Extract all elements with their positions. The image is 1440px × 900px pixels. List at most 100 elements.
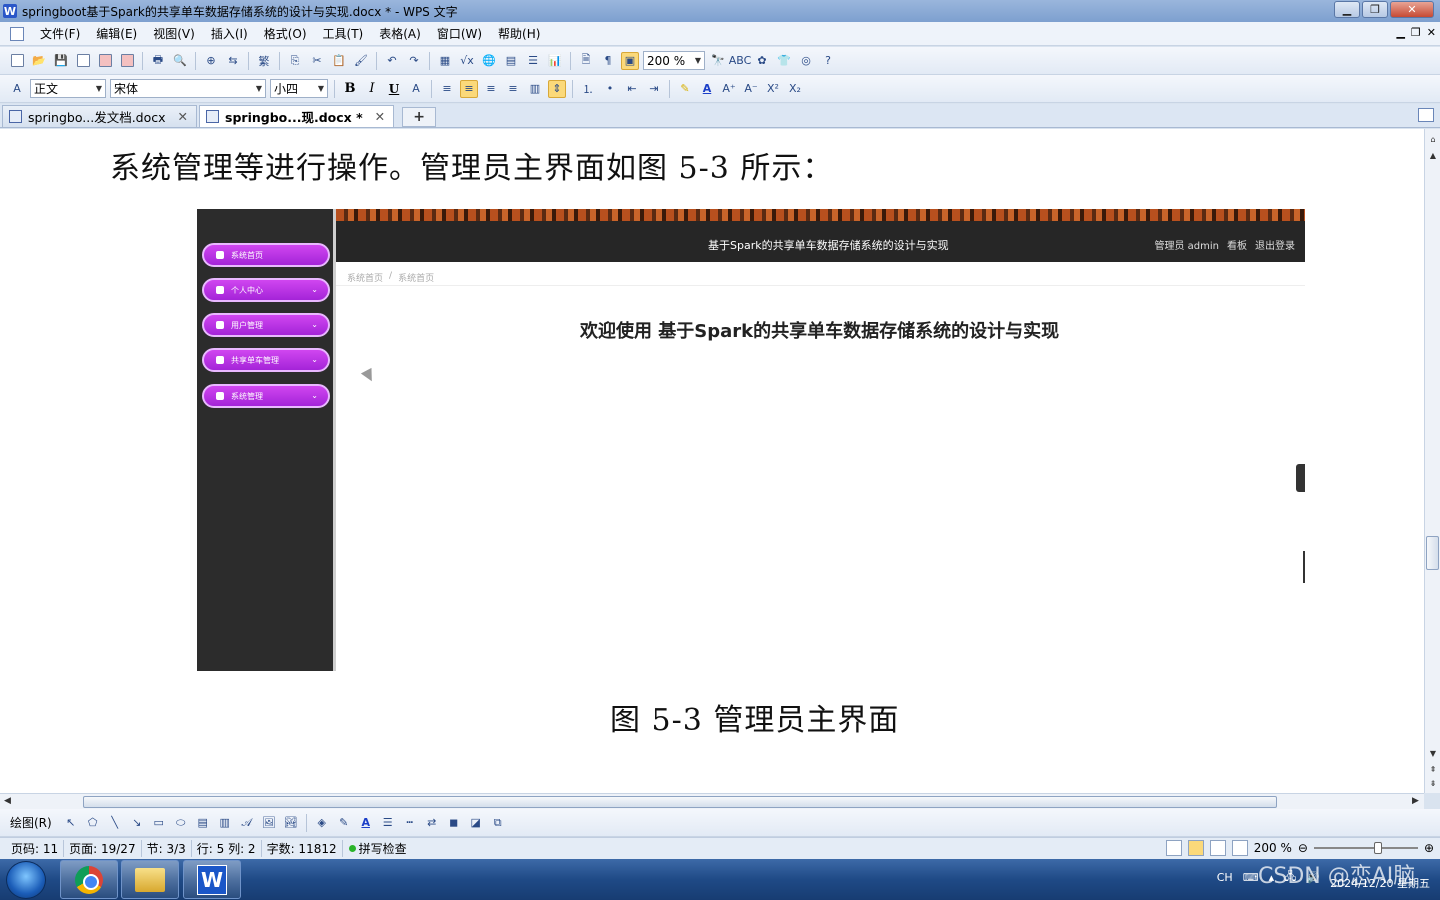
new-tab-button[interactable]: +	[402, 107, 437, 127]
taskbar-explorer[interactable]	[121, 860, 179, 899]
skin-icon[interactable]: 👕	[775, 52, 793, 70]
scroll-up-icon[interactable]: ▲	[1427, 149, 1439, 161]
doc-close-icon[interactable]: ✕	[1427, 26, 1436, 39]
keyboard-icon[interactable]: ⌨	[1243, 871, 1259, 884]
maximize-button[interactable]: ❐	[1362, 1, 1388, 18]
formula-icon[interactable]: √x	[458, 52, 476, 70]
document-menu-icon[interactable]	[10, 26, 24, 41]
insert-table-icon[interactable]: ▦	[436, 52, 454, 70]
arrange-icon[interactable]: ⧉	[489, 814, 507, 832]
help-icon[interactable]: ?	[819, 52, 837, 70]
zoom-combo[interactable]: 200 % ▼	[643, 51, 705, 70]
line-color-icon[interactable]: ✎	[335, 814, 353, 832]
zoom-in-icon[interactable]: ⊕	[1424, 841, 1434, 855]
find-icon[interactable]: 🔭	[709, 52, 727, 70]
pdf-icon[interactable]	[118, 52, 136, 70]
dash-style-icon[interactable]: ┅	[401, 814, 419, 832]
redo-icon[interactable]: ↷	[405, 52, 423, 70]
close-button[interactable]: ✕	[1390, 1, 1434, 18]
increase-indent-icon[interactable]: ⇥	[645, 80, 663, 98]
outline-view-icon[interactable]	[1209, 840, 1226, 856]
format-painter-icon[interactable]: 🖌	[352, 52, 370, 70]
ellipse-icon[interactable]: ⬭	[172, 814, 190, 832]
spell-check-status[interactable]: 拼写检查	[343, 840, 407, 857]
doc-tab-1[interactable]: springbo...发文档.docx ✕	[2, 105, 198, 127]
arrow-icon[interactable]: ↘	[128, 814, 146, 832]
draw-font-color-icon[interactable]: A	[357, 814, 375, 832]
traditional-chinese-icon[interactable]: 繁	[255, 52, 273, 70]
print-preview-icon[interactable]: 🔍	[171, 52, 189, 70]
style-combo[interactable]: 正文 ▼	[30, 79, 106, 98]
chart-icon[interactable]: 📊	[546, 52, 564, 70]
insert-icon[interactable]: ⊕	[202, 52, 220, 70]
start-button[interactable]	[6, 861, 46, 899]
distributed-icon[interactable]: ▥	[526, 80, 544, 98]
table-grid-icon[interactable]: ▤	[502, 52, 520, 70]
scroll-right-icon[interactable]: ▶	[1412, 796, 1419, 806]
font-effects-icon[interactable]: A	[407, 80, 425, 98]
save-icon[interactable]: 💾	[52, 52, 70, 70]
superscript-icon[interactable]: X²	[764, 80, 782, 98]
tab-list-icon[interactable]	[1418, 108, 1434, 122]
menu-edit[interactable]: 编辑(E)	[88, 25, 145, 42]
prev-page-icon[interactable]: ⇞	[1427, 763, 1439, 775]
numbered-list-icon[interactable]: ⒈	[579, 80, 597, 98]
horizontal-scrollbar[interactable]: ◀ ▶	[0, 793, 1424, 809]
share-icon[interactable]: ◎	[797, 52, 815, 70]
new-doc-icon[interactable]	[8, 52, 26, 70]
paste-icon[interactable]: 📋	[330, 52, 348, 70]
align-center-icon[interactable]: ≡	[460, 79, 478, 98]
picture-icon[interactable]: 🏞	[282, 814, 300, 832]
highlight-icon[interactable]: ✎	[676, 80, 694, 98]
menu-table[interactable]: 表格(A)	[371, 25, 429, 42]
draw-menu[interactable]: 绘图(R)	[10, 814, 52, 831]
scroll-down-icon[interactable]: ▼	[1427, 747, 1439, 759]
ime-indicator[interactable]: CH	[1217, 871, 1233, 884]
font-combo[interactable]: 宋体 ▼	[110, 79, 266, 98]
vertical-scrollbar[interactable]: ⌂ ▲ ▼ ⇞ ⇟	[1424, 129, 1440, 793]
zoom-out-icon[interactable]: ⊖	[1298, 841, 1308, 855]
open-folder-icon[interactable]: 📂	[30, 52, 48, 70]
menu-view[interactable]: 视图(V)	[145, 25, 203, 42]
word-count[interactable]: 字数: 11812	[262, 840, 343, 857]
scroll-left-icon[interactable]: ◀	[4, 796, 11, 806]
rectangle-icon[interactable]: ▭	[150, 814, 168, 832]
align-left-icon[interactable]: ≡	[438, 80, 456, 98]
show-marks-icon[interactable]: ¶	[599, 52, 617, 70]
bullet-list-icon[interactable]: •	[601, 80, 619, 98]
next-page-icon[interactable]: ⇟	[1427, 777, 1439, 789]
vertical-textbox-icon[interactable]: ▥	[216, 814, 234, 832]
page-view-icon[interactable]	[1187, 840, 1204, 856]
export-pdf-icon[interactable]	[96, 52, 114, 70]
spellcheck-icon[interactable]: ABC	[729, 52, 752, 70]
underline-icon[interactable]: U	[385, 80, 403, 98]
save-as-icon[interactable]	[74, 52, 92, 70]
compare-icon[interactable]: ⇆	[224, 52, 242, 70]
font-color-icon[interactable]: A	[698, 80, 716, 98]
textbox-icon[interactable]: ▤	[194, 814, 212, 832]
zoom-slider[interactable]	[1313, 842, 1418, 854]
wordart-icon[interactable]: 𝒜	[238, 814, 256, 832]
taskbar-chrome[interactable]	[60, 860, 118, 899]
horizontal-scroll-thumb[interactable]	[83, 796, 1277, 808]
justify-icon[interactable]: ≡	[504, 80, 522, 98]
menu-format[interactable]: 格式(O)	[256, 25, 315, 42]
select-pointer-icon[interactable]: ↖	[62, 814, 80, 832]
menu-help[interactable]: 帮助(H)	[490, 25, 548, 42]
tab-close-icon[interactable]: ✕	[375, 109, 385, 124]
menu-file[interactable]: 文件(F)	[32, 25, 88, 42]
menu-insert[interactable]: 插入(I)	[203, 25, 256, 42]
document-page[interactable]: 系统管理等进行操作。管理员主界面如图 5-3 所示： 系统首页 个人中心 ⌄ 用…	[0, 129, 1424, 793]
full-page-icon[interactable]: ▣	[621, 51, 639, 70]
autoshapes-icon[interactable]: ⬠	[84, 814, 102, 832]
tab-close-icon[interactable]: ✕	[178, 109, 188, 124]
doc-minimize-icon[interactable]: ▁	[1396, 26, 1404, 39]
columns-icon[interactable]: ☰	[524, 52, 542, 70]
italic-icon[interactable]: I	[363, 80, 381, 98]
menu-window[interactable]: 窗口(W)	[429, 25, 490, 42]
line-spacing-icon[interactable]: ⇕	[548, 79, 566, 98]
taskbar-wps[interactable]: W	[183, 860, 241, 899]
shrink-font-icon[interactable]: A⁻	[742, 80, 760, 98]
bold-icon[interactable]: B	[341, 80, 359, 98]
embedded-screenshot[interactable]: 系统首页 个人中心 ⌄ 用户管理 ⌄ 共享单车管理 ⌄ 系统管理 ⌄ 基于Spa…	[197, 209, 1305, 671]
